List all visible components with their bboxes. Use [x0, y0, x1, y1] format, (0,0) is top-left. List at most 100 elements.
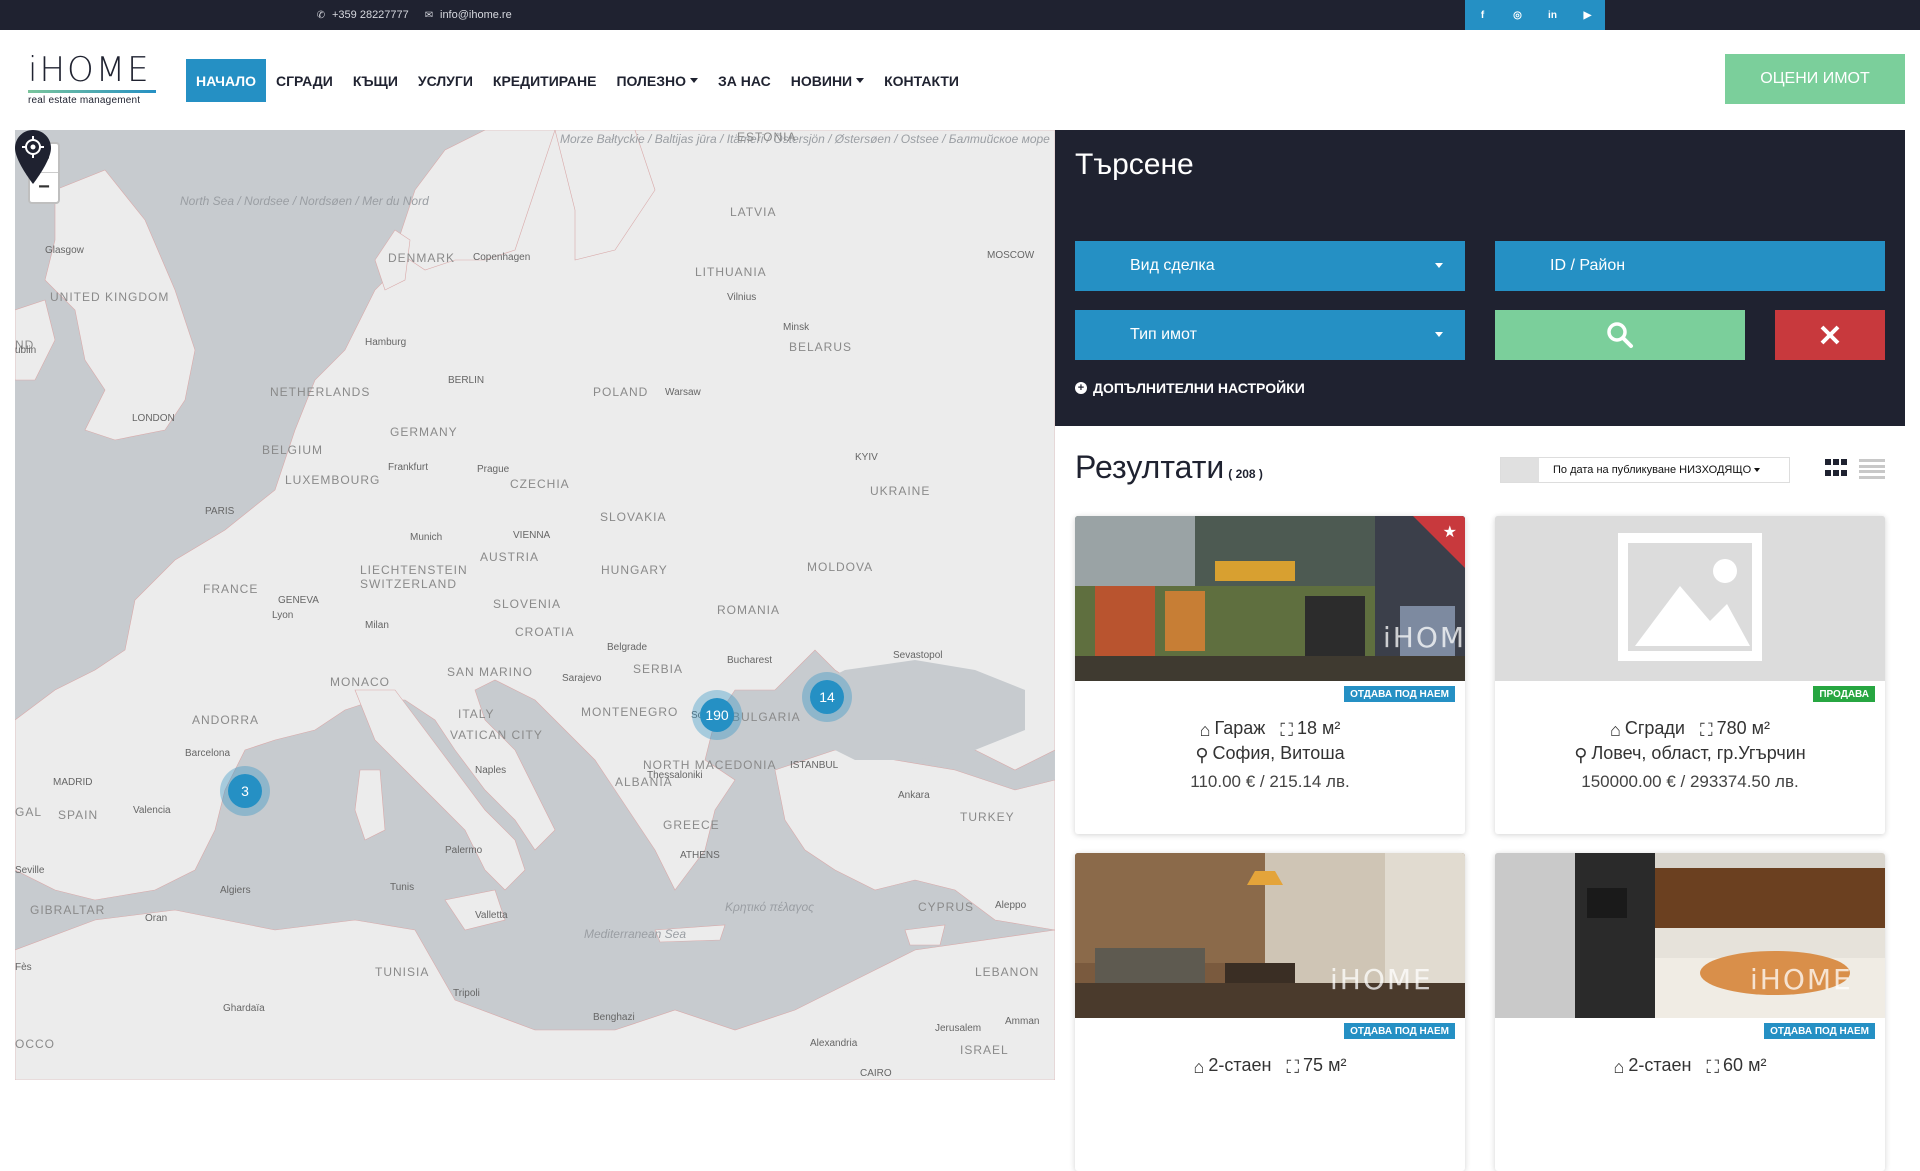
status-badge: ПРОДАВА [1813, 686, 1875, 702]
nav-item-credit[interactable]: КРЕДИТИРАНЕ [483, 59, 607, 102]
map-label-kriti: Κρητικό πέλαγος [725, 900, 814, 914]
email-text: info@ihome.re [440, 9, 512, 21]
view-toggle [1825, 459, 1885, 479]
phone-text: +359 28227777 [332, 9, 409, 21]
map-label-frankfurt: Frankfurt [388, 462, 429, 473]
map-label-tripoli: Tripoli [453, 988, 480, 999]
map-label-athens: ATHENS [680, 850, 720, 861]
map-label-london: LONDON [132, 413, 175, 424]
rate-property-button[interactable]: ОЦЕНИ ИМОТ [1725, 54, 1905, 104]
nav-item-services[interactable]: УСЛУГИ [408, 59, 483, 102]
map-label-monaco: MONACO [330, 675, 390, 689]
watermark-logo: iHOME [1330, 963, 1433, 996]
chevron-down-icon [1754, 468, 1761, 472]
chevron-down-icon [690, 78, 698, 83]
logo-word: iHOME [28, 50, 151, 90]
map-label-netherlands: NETHERLANDS [270, 385, 371, 399]
map-label-sevastopol: Sevastopol [893, 650, 943, 661]
watermark-logo: iHOME [1383, 621, 1465, 654]
nav-item-news[interactable]: НОВИНИ [781, 59, 874, 102]
logo-tagline: real estate management [28, 95, 141, 106]
list-view-icon[interactable] [1859, 459, 1885, 479]
property-type-select[interactable]: Тип имот [1075, 310, 1465, 360]
map-label-moscow: MOSCOW [987, 250, 1035, 261]
property-photo[interactable]: iHOME [1495, 853, 1885, 1018]
map-cluster[interactable]: 190 [692, 690, 742, 740]
property-type: Сгради [1624, 718, 1685, 738]
map-label-italy: ITALY [458, 707, 495, 721]
property-type-area: ⌂ Гараж ⛶ 18 м² [1075, 718, 1465, 741]
map-label-spain: SPAIN [58, 808, 99, 822]
map-label-serbia: SERBIA [633, 662, 684, 676]
map-label-amman: Amman [1005, 1016, 1040, 1027]
map-cluster[interactable]: 3 [220, 766, 270, 816]
area-icon: ⛶ [1706, 1057, 1720, 1077]
nav-item-home[interactable]: НАЧАЛО [186, 59, 266, 102]
deal-type-select[interactable]: Вид сделка [1075, 241, 1465, 291]
property-type: Гараж [1214, 718, 1266, 738]
chevron-down-icon [856, 78, 865, 83]
map-label-gal: GAL [15, 805, 43, 819]
map-label-warsaw: Warsaw [665, 387, 701, 398]
map-label-ankara: Ankara [898, 790, 930, 801]
nav-item-about[interactable]: ЗА НАС [708, 59, 781, 102]
logo[interactable]: iHOME real estate management [28, 52, 158, 110]
map-label-milan: Milan [365, 620, 389, 631]
search-title: Търсене [1075, 148, 1194, 181]
nav-item-houses[interactable]: КЪЩИ [343, 59, 408, 102]
map-label-munich: Munich [410, 532, 443, 543]
nav-item-useful[interactable]: ПОЛЕЗНО [606, 59, 708, 102]
map-label-lithuania: LITHUANIA [695, 265, 767, 279]
location-pin-icon[interactable] [15, 130, 51, 184]
map-cluster-count: 3 [228, 774, 262, 808]
nav-item-contacts[interactable]: КОНТАКТИ [874, 59, 969, 102]
area-icon: ⛶ [1700, 720, 1713, 740]
clear-button[interactable] [1775, 310, 1885, 360]
property-card[interactable]: iHOME ОТДАВА ПОД НАЕМ ⌂ 2-стаен ⛶ 60 м² [1495, 853, 1885, 1171]
nav-item-buildings[interactable]: СГРАДИ [266, 59, 343, 102]
map-label-israel: ISRAEL [960, 1043, 1009, 1057]
property-type: 2-стаен [1628, 1055, 1692, 1075]
map-cluster[interactable]: 14 [802, 672, 852, 722]
social-links: f ◎ in ▶ [1465, 0, 1605, 30]
property-card[interactable]: ПРОДАВА ⌂ Сгради ⛶ 780 м² ⚲ Ловеч, област, … [1495, 516, 1885, 834]
property-photo[interactable] [1495, 516, 1885, 681]
home-icon: ⌂ [1609, 720, 1621, 740]
search-icon [1607, 322, 1633, 348]
property-card[interactable]: iHOME ОТДАВА ПОД НАЕМ ⌂ 2-стаен ⛶ 75 м² [1075, 853, 1465, 1171]
property-photo[interactable]: iHOME [1075, 853, 1465, 1018]
map-label-ukraine: UKRAINE [870, 484, 931, 498]
map-label-vilnius: Vilnius [727, 292, 757, 303]
status-badge: ОТДАВА ПОД НАЕМ [1764, 1023, 1875, 1039]
map-label-copenhagen: Copenhagen [473, 252, 531, 263]
instagram-icon[interactable]: ◎ [1508, 10, 1528, 21]
envelope-icon: ✉ [424, 9, 434, 21]
map-label-united-kingdom: UNITED KINGDOM [50, 290, 170, 304]
youtube-icon[interactable]: ▶ [1578, 10, 1598, 21]
property-location: ⚲ София, Витоша [1075, 743, 1465, 766]
property-area: 18 м² [1296, 718, 1341, 738]
property-type-label: Тип имот [1130, 326, 1197, 343]
property-type-area: ⌂ Сгради ⛶ 780 м² [1495, 718, 1885, 741]
email-contact[interactable]: ✉ info@ihome.re [423, 0, 512, 30]
linkedin-icon[interactable]: in [1543, 10, 1563, 21]
more-settings-toggle[interactable]: + ДОПЪЛНИТЕЛНИ НАСТРОЙКИ [1075, 380, 1305, 396]
search-button[interactable] [1495, 310, 1745, 360]
map-label-bulgaria: BULGARIA [732, 710, 801, 724]
property-photo[interactable]: ★ iHOME [1075, 516, 1465, 681]
id-district-input[interactable]: ID / Район [1495, 241, 1885, 291]
map-label-greece: GREECE [663, 818, 720, 832]
map[interactable]: North Sea / Nordsee / Nordsøen / Mer du … [15, 130, 1055, 1080]
map-label-turkey: TURKEY [960, 810, 1015, 824]
facebook-icon[interactable]: f [1473, 10, 1493, 21]
map-label-belarus: BELARUS [789, 340, 853, 354]
map-label-algiers: Algiers [220, 885, 251, 896]
map-cluster-count: 14 [810, 680, 844, 714]
phone-contact[interactable]: ✆ +359 28227777 [315, 0, 409, 30]
property-card[interactable]: ★ iHOME ОТДАВА ПОД НАЕМ ⌂Гараж ⛶18 м² ⚲С… [1075, 516, 1465, 834]
grid-view-icon[interactable] [1825, 459, 1849, 479]
sort-select[interactable]: По дата на публикуване НИЗХОДЯЩО [1500, 457, 1790, 483]
property-price: 150000.00 € / 293374.50 лв. [1581, 772, 1799, 791]
property-area: 60 м² [1723, 1055, 1767, 1075]
map-label-france: FRANCE [203, 582, 259, 596]
